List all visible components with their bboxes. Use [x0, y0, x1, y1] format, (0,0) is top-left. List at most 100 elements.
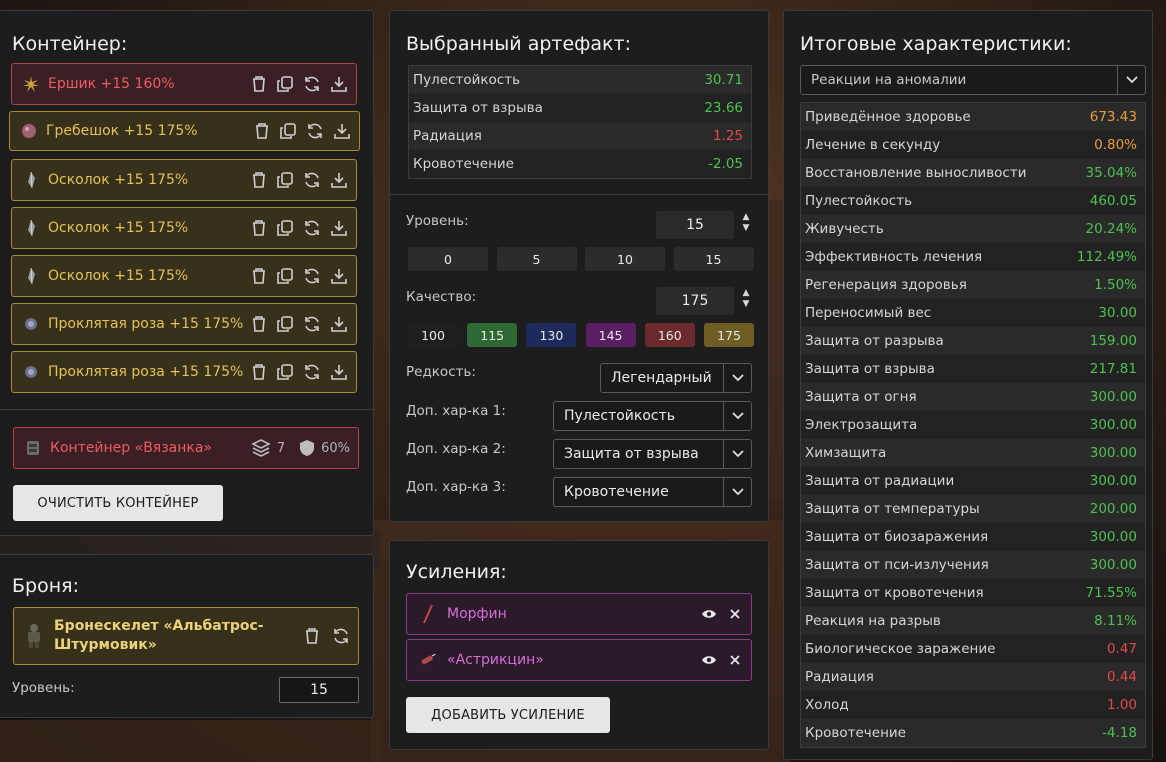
level-preset-button[interactable]: 5	[496, 247, 577, 271]
download-icon[interactable]	[333, 122, 351, 140]
extra1-select[interactable]: Пулестойкость	[553, 401, 752, 431]
trash-icon[interactable]	[251, 219, 267, 237]
boost-name: Морфин	[447, 606, 507, 622]
total-stat-row: Защита от взрыва 217.81	[801, 355, 1145, 383]
swap-icon[interactable]	[303, 315, 321, 333]
eye-icon[interactable]	[701, 608, 717, 620]
artifact-quality-input[interactable]: 175	[656, 287, 734, 315]
copy-icon[interactable]	[276, 363, 294, 381]
close-icon[interactable]	[729, 608, 741, 620]
level-stepper[interactable]: ▲ ▼	[740, 212, 752, 234]
clear-container-button[interactable]: ОЧИСТИТЬ КОНТЕЙНЕР	[13, 485, 223, 521]
stat-label: Биологическое заражение	[805, 641, 996, 657]
extra2-label: Доп. хар-ка 2:	[406, 441, 506, 457]
total-stat-row: Живучесть 20.24%	[801, 215, 1145, 243]
artifact-stat-row: Защита от взрыва 23.66	[409, 94, 751, 122]
container-slots: 7	[276, 440, 286, 456]
container-artifact-item[interactable]: Осколок +15 175%	[11, 207, 357, 249]
stat-label: Защита от пси-излучения	[805, 557, 989, 573]
download-icon[interactable]	[330, 219, 348, 237]
artifact-stats-table: Пулестойкость 30.71 Защита от взрыва 23.66 Р…	[408, 65, 752, 179]
crest-artifact-icon	[20, 122, 38, 140]
stat-label: Защита от биозаражения	[805, 529, 989, 545]
shard-artifact-icon	[22, 219, 40, 237]
swap-icon[interactable]	[306, 122, 324, 140]
copy-icon[interactable]	[279, 122, 297, 140]
total-stat-row: Биологическое заражение 0.47	[801, 635, 1145, 663]
container-artifact-item[interactable]: Ершик +15 160%	[11, 63, 357, 105]
stat-label: Переносимый вес	[805, 305, 932, 321]
artifact-stat-row: Радиация 1.25	[409, 122, 751, 150]
copy-icon[interactable]	[276, 267, 294, 285]
container-artifact-item[interactable]: Осколок +15 175%	[11, 255, 357, 297]
trash-icon[interactable]	[251, 171, 267, 189]
quality-preset-button[interactable]: 145	[585, 323, 636, 347]
boost-item[interactable]: «Астрикцин»	[406, 639, 752, 681]
download-icon[interactable]	[330, 267, 348, 285]
swap-icon[interactable]	[303, 171, 321, 189]
swap-icon[interactable]	[303, 75, 321, 93]
trash-icon[interactable]	[251, 75, 267, 93]
trash-icon[interactable]	[251, 363, 267, 381]
trash-icon[interactable]	[251, 315, 267, 333]
container-artifact-item[interactable]: Гребешок +15 175%	[9, 111, 360, 151]
total-stat-row: Пулестойкость 460.05	[801, 187, 1145, 215]
chevron-down-icon	[723, 364, 751, 392]
download-icon[interactable]	[330, 171, 348, 189]
add-boost-button[interactable]: ДОБАВИТЬ УСИЛЕНИЕ	[406, 697, 610, 733]
copy-icon[interactable]	[276, 75, 294, 93]
level-preset-button[interactable]: 0	[408, 247, 488, 271]
total-stat-row: Кровотечение -4.18	[801, 719, 1145, 747]
stat-label: Приведённое здоровье	[805, 109, 971, 125]
injector-icon	[419, 652, 437, 668]
stat-label: Защита от взрыва	[805, 361, 935, 377]
copy-icon[interactable]	[276, 315, 294, 333]
armor-panel: Броня: Бронескелет «Альбатрос-Штурмовик»…	[0, 554, 374, 718]
stat-label: Кровотечение	[413, 156, 514, 172]
stat-label: Лечение в секунду	[805, 137, 941, 153]
quality-preset-button[interactable]: 100	[408, 323, 458, 347]
close-icon[interactable]	[729, 654, 741, 666]
total-stat-row: Лечение в секунду 0.80%	[801, 131, 1145, 159]
container-artifact-item[interactable]: Проклятая роза +15 175%	[11, 303, 357, 345]
stat-value: 71.55%	[1085, 585, 1137, 601]
download-icon[interactable]	[330, 315, 348, 333]
trash-icon[interactable]	[251, 267, 267, 285]
swap-icon[interactable]	[303, 219, 321, 237]
rarity-select[interactable]: Легендарный	[600, 363, 752, 393]
eye-icon[interactable]	[701, 654, 717, 666]
quality-preset-button[interactable]: 130	[526, 323, 577, 347]
total-stat-row: Приведённое здоровье 673.43	[801, 103, 1145, 131]
quality-preset-button[interactable]: 160	[644, 323, 695, 347]
armor-item[interactable]: Бронескелет «Альбатрос-Штурмовик»	[13, 607, 359, 665]
extra2-select[interactable]: Защита от взрыва	[553, 439, 752, 469]
download-icon[interactable]	[330, 75, 348, 93]
container-artifact-item[interactable]: Осколок +15 175%	[11, 159, 357, 201]
swap-icon[interactable]	[303, 363, 321, 381]
trash-icon[interactable]	[304, 627, 320, 645]
quality-preset-button[interactable]: 175	[704, 323, 754, 347]
copy-icon[interactable]	[276, 219, 294, 237]
armor-level-input[interactable]: 15	[279, 677, 359, 703]
artifact-level-input[interactable]: 15	[656, 211, 734, 239]
boost-item[interactable]: Морфин	[406, 593, 752, 635]
quality-preset-button[interactable]: 115	[467, 323, 518, 347]
container-item[interactable]: Контейнер «Вязанка» 7 60%	[13, 427, 359, 469]
boost-name: «Астрикцин»	[447, 652, 544, 668]
copy-icon[interactable]	[276, 171, 294, 189]
swap-icon[interactable]	[332, 627, 350, 645]
stat-label: Пулестойкость	[805, 193, 913, 209]
swap-icon[interactable]	[303, 267, 321, 285]
totals-stats-table: Приведённое здоровье 673.43 Лечение в секу…	[800, 102, 1146, 748]
quality-stepper[interactable]: ▲ ▼	[740, 288, 752, 310]
stat-value: 300.00	[1089, 557, 1137, 573]
level-preset-button[interactable]: 15	[673, 247, 754, 271]
stat-value: 217.81	[1089, 361, 1137, 377]
artifact-item-name: Осколок +15 175%	[48, 268, 189, 284]
extra3-select[interactable]: Кровотечение	[553, 477, 752, 507]
trash-icon[interactable]	[254, 122, 270, 140]
level-preset-button[interactable]: 10	[585, 247, 665, 271]
download-icon[interactable]	[330, 363, 348, 381]
totals-filter-select[interactable]: Реакции на аномалии	[800, 65, 1146, 95]
container-artifact-item[interactable]: Проклятая роза +15 175%	[11, 351, 357, 393]
